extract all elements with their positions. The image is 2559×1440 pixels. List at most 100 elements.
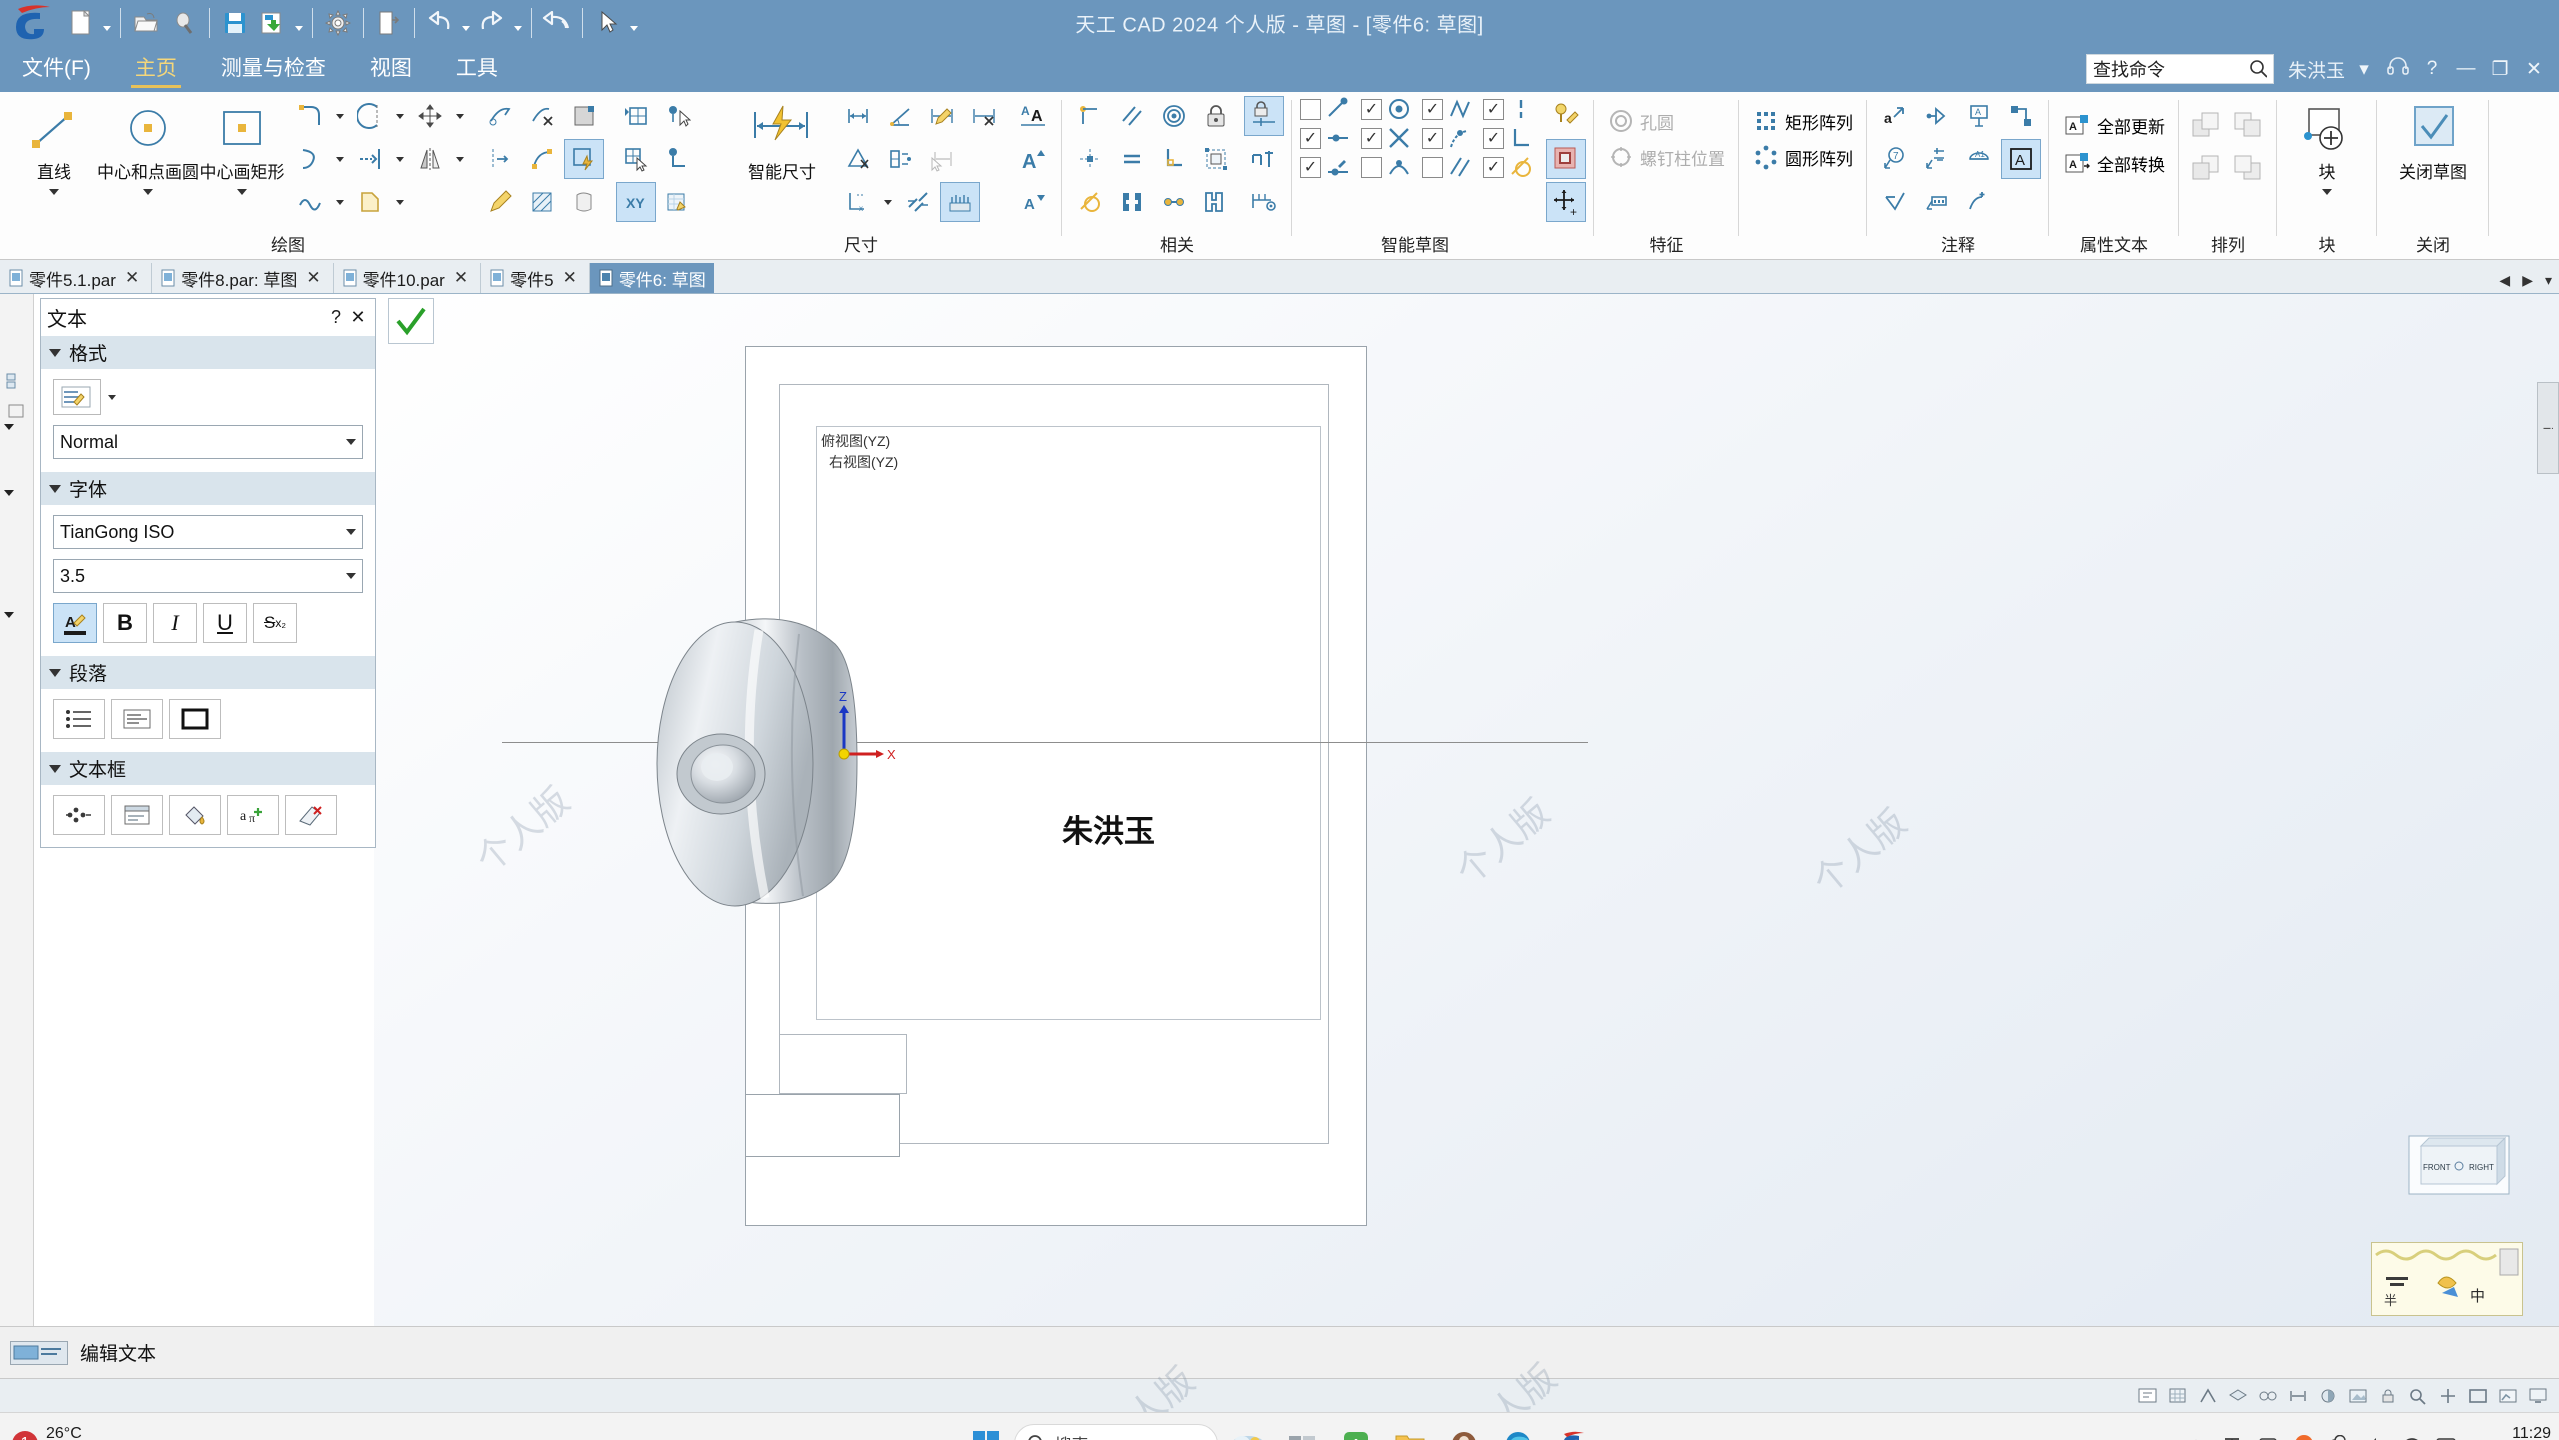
sketch-view-icon[interactable] — [2495, 1384, 2521, 1408]
italic-button[interactable]: I — [153, 603, 197, 643]
tab-measure-inspect[interactable]: 测量与检查 — [199, 46, 348, 92]
style-dropdown-icon[interactable] — [105, 382, 119, 412]
model-3d-body[interactable] — [649, 612, 949, 932]
taskbar-search[interactable]: 搜索 — [1013, 1423, 1218, 1440]
font-grow-icon[interactable]: A — [1014, 139, 1054, 179]
tab-file[interactable]: 文件(F) — [0, 46, 113, 92]
speaker-icon[interactable] — [2363, 1431, 2389, 1440]
point-add-icon[interactable]: + — [1546, 182, 1586, 222]
doc-tab-close-icon[interactable]: ✕ — [450, 268, 472, 288]
tangent-circle-relation[interactable]: ✓ — [1483, 154, 1534, 180]
equal-icon[interactable] — [1112, 139, 1152, 179]
drawing-canvas[interactable]: 俯视图(YZ) 右视图(YZ) Z X 朱洪玉 个人版 个人版 个人版 个人版 … — [374, 294, 2559, 1440]
shade-icon[interactable] — [2315, 1384, 2341, 1408]
command-search-box[interactable] — [2085, 54, 2274, 84]
vertical-relation[interactable]: ✓ — [1483, 96, 1534, 122]
rectangle-center-button[interactable]: 中心画矩形 — [196, 96, 288, 195]
concentric-icon[interactable] — [1154, 96, 1194, 136]
snap-icon[interactable] — [2195, 1384, 2221, 1408]
relationships-icon[interactable] — [2255, 1384, 2281, 1408]
tab-tools[interactable]: 工具 — [434, 46, 520, 92]
midpoint-relation[interactable]: ✓ — [1422, 96, 1473, 122]
coordinate-dim-icon[interactable] — [880, 139, 920, 179]
hatch-icon[interactable] — [522, 182, 562, 222]
collinear-icon[interactable] — [1154, 182, 1194, 222]
view-cube[interactable]: FRONT RIGHT — [2407, 1130, 2511, 1204]
back-arrow-button[interactable] — [538, 3, 576, 43]
intersection-relation[interactable]: ✓ — [1361, 125, 1412, 151]
add-symbol-icon[interactable]: aπ — [227, 795, 279, 835]
underline-button[interactable]: U — [203, 603, 247, 643]
tab-list-icon[interactable]: ▾ — [2542, 272, 2555, 289]
fillet-icon[interactable] — [290, 96, 330, 136]
input-method-icon[interactable] — [2255, 1431, 2281, 1440]
checkbox[interactable]: ✓ — [1422, 127, 1443, 149]
fill-color-icon[interactable] — [169, 795, 221, 835]
point-icon[interactable] — [1070, 139, 1110, 179]
baseline-dropdown-icon[interactable] — [880, 182, 896, 222]
checkbox[interactable]: ✓ — [1422, 98, 1443, 120]
accept-button[interactable] — [388, 298, 434, 344]
chain-dim-icon[interactable] — [898, 182, 938, 222]
save-button[interactable] — [216, 3, 254, 43]
cad-logo-icon[interactable] — [1548, 1420, 1596, 1440]
sketch-text[interactable]: 朱洪玉 — [1062, 806, 1155, 851]
doc-tab-0[interactable]: 零件5.1.par ✕ — [0, 263, 153, 293]
create-block-button[interactable]: 块 — [2285, 96, 2369, 195]
bring-to-front-icon[interactable] — [2229, 106, 2269, 146]
lock-icon[interactable] — [2375, 1384, 2401, 1408]
checkbox[interactable]: ✓ — [1361, 127, 1382, 149]
undo-button[interactable] — [421, 3, 459, 43]
paragraph-style-combo[interactable]: Normal — [53, 425, 363, 459]
clear-format-icon[interactable] — [285, 795, 337, 835]
pencil-icon[interactable] — [480, 182, 520, 222]
arc-dropdown-icon[interactable] — [392, 96, 408, 136]
angle-dim-icon[interactable] — [880, 96, 920, 136]
move-dropdown-icon[interactable] — [452, 96, 468, 136]
quick-access-more[interactable] — [627, 3, 641, 43]
section-textbox[interactable]: 文本框 — [41, 751, 375, 785]
offset-dropdown-icon[interactable] — [392, 139, 408, 179]
grid-icon[interactable] — [2165, 1384, 2191, 1408]
textbox-anchor-icon[interactable] — [53, 795, 105, 835]
balloon-icon[interactable] — [1917, 96, 1957, 136]
doc-tab-1[interactable]: 零件8.par: 草图 ✕ — [152, 263, 334, 293]
update-all-button[interactable]: A 全部更新 — [2057, 108, 2171, 142]
dim-style-icon[interactable] — [940, 182, 980, 222]
tangent-point-relation[interactable]: ✓ — [1422, 125, 1473, 151]
grid-select-icon[interactable] — [616, 139, 656, 179]
chevron-up-icon[interactable] — [2183, 1431, 2209, 1440]
folder-icon[interactable] — [1386, 1420, 1434, 1440]
circle-center-button[interactable]: 中心和点画圆 — [97, 96, 199, 195]
wifi-icon[interactable] — [2399, 1431, 2425, 1440]
undo-dropdown[interactable] — [459, 3, 473, 43]
font-size-icon[interactable]: AA — [1014, 96, 1054, 136]
parallel-point-relation[interactable] — [1422, 154, 1473, 180]
redo-dropdown[interactable] — [511, 3, 525, 43]
revision-icon[interactable]: 7 — [1875, 139, 1915, 179]
rect-dropdown-icon[interactable] — [237, 189, 247, 195]
lock-icon[interactable] — [1196, 96, 1236, 136]
endpoint-relation[interactable] — [1300, 96, 1351, 122]
text-style-icon[interactable] — [53, 379, 101, 415]
open-folder-button[interactable] — [127, 3, 165, 43]
mirror-dropdown-icon[interactable] — [452, 139, 468, 179]
checkbox[interactable]: ✓ — [1361, 98, 1382, 120]
save-as-dropdown[interactable] — [292, 3, 306, 43]
render-icon[interactable] — [2345, 1384, 2371, 1408]
pan-icon[interactable] — [2435, 1384, 2461, 1408]
checkbox[interactable] — [1361, 156, 1382, 178]
doc-tab-4[interactable]: 零件6: 草图 — [589, 263, 714, 293]
maintain-relation-icon[interactable] — [1244, 96, 1284, 136]
arc-midpoint-relation[interactable] — [1361, 154, 1412, 180]
help-icon[interactable]: ? — [2417, 58, 2447, 80]
battery-icon[interactable] — [2435, 1431, 2461, 1440]
textbox-frame-icon[interactable] — [111, 795, 163, 835]
relation-handles-icon[interactable] — [1244, 139, 1284, 179]
checkbox[interactable]: ✓ — [1483, 156, 1504, 178]
connect-icon[interactable] — [1070, 96, 1110, 136]
callout-icon[interactable]: A — [1959, 96, 1999, 136]
delete-icon[interactable] — [564, 182, 604, 222]
alignment-icon[interactable] — [111, 699, 163, 739]
side-info-tab[interactable]: i — [2537, 382, 2559, 474]
